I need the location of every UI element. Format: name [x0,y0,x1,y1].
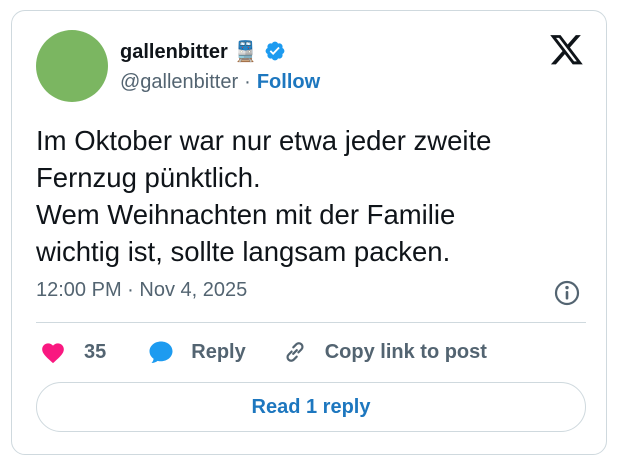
read-replies-button[interactable]: Read 1 reply [36,382,586,432]
tweet-text-line: wichtig ist, sollte langsam packen. [36,236,451,267]
tweet-timestamp[interactable]: 12:00 PM · Nov 4, 2025 [36,279,247,302]
heart-icon [40,340,66,364]
tweet-text-line: Im Oktober war nur etwa jeder zweite [36,125,492,156]
author-display-name[interactable]: gallenbitter 🚆 [120,39,258,64]
copy-link-label: Copy link to post [324,340,487,363]
divider [36,322,586,323]
like-button[interactable]: 35 [40,340,106,364]
speech-bubble-icon [148,339,174,365]
x-logo-icon[interactable] [550,35,584,67]
tweet-text-line: Wem Weihnachten mit der Familie [36,199,456,230]
reply-button[interactable]: Reply [148,339,246,365]
author-handle[interactable]: @gallenbitter [120,71,238,94]
author-name-row: gallenbitter 🚆 [120,38,286,64]
reply-label: Reply [191,340,246,363]
like-count: 35 [84,340,107,363]
verified-badge-icon [264,40,286,62]
tweet-card: gallenbitter 🚆 @gallenbitter · Follow Im… [11,10,607,455]
link-icon [282,339,308,365]
tweet-text: Im Oktober war nur etwa jeder zweite Fer… [36,122,586,270]
follow-button[interactable]: Follow [257,71,320,94]
info-icon[interactable] [553,279,581,307]
author-handle-row: @gallenbitter · Follow [120,69,320,95]
copy-link-button[interactable]: Copy link to post [282,339,487,365]
separator-dot: · [244,70,251,93]
tweet-text-line: Fernzug pünktlich. [36,162,261,193]
avatar[interactable] [36,30,108,102]
action-bar: 35 Reply Copy link to post [40,337,487,367]
